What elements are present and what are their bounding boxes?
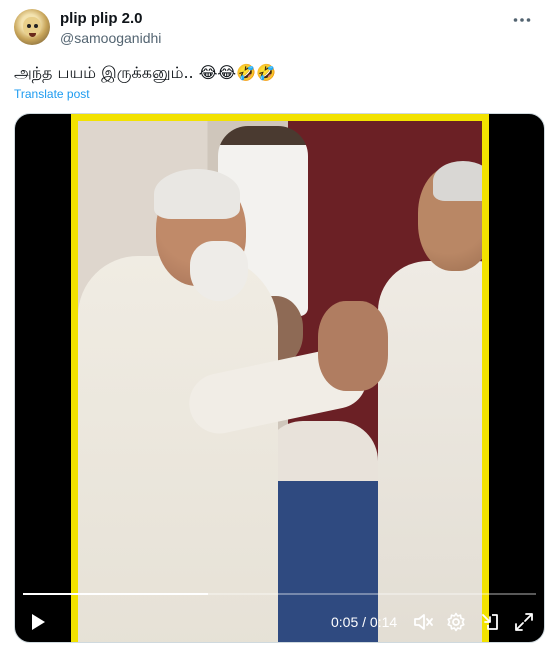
time-separator: / <box>362 614 367 630</box>
video-frame <box>71 114 489 642</box>
play-icon[interactable] <box>27 611 49 633</box>
settings-icon[interactable] <box>445 611 467 633</box>
right-person-hair <box>433 161 482 201</box>
video-progress-bar[interactable] <box>23 593 536 595</box>
video-time: 0:05 / 0:14 <box>331 614 397 630</box>
current-time: 0:05 <box>331 614 359 630</box>
more-icon <box>513 18 531 22</box>
avatar[interactable] <box>14 9 50 45</box>
left-person-beard <box>190 241 248 301</box>
right-person-body <box>378 261 482 642</box>
duration: 0:14 <box>369 614 398 630</box>
video-scene <box>78 121 482 642</box>
video-progress-fill <box>23 593 208 595</box>
minimize-icon[interactable] <box>479 611 501 633</box>
fullscreen-icon[interactable] <box>513 611 535 633</box>
translate-post-link[interactable]: Translate post <box>14 87 90 101</box>
avatar-eye-right <box>34 24 38 28</box>
user-handle[interactable]: @samooganidhi <box>60 30 161 47</box>
post: plip plip 2.0 @samooganidhi அந்த பயம் இர… <box>0 0 547 650</box>
left-person-hair <box>154 169 240 219</box>
mute-icon[interactable] <box>412 611 434 633</box>
video-controls: 0:05 / 0:14 <box>15 608 544 636</box>
left-person-body <box>78 256 278 642</box>
more-options-button[interactable] <box>507 8 537 32</box>
tweet-text: அந்த பயம் இருக்கனும்.. 😂😂🤣🤣 <box>14 63 276 82</box>
clasped-hands <box>318 301 388 391</box>
video-player[interactable]: 0:05 / 0:14 <box>14 113 545 643</box>
avatar-eye-left <box>27 24 31 28</box>
display-name[interactable]: plip plip 2.0 <box>60 10 143 28</box>
